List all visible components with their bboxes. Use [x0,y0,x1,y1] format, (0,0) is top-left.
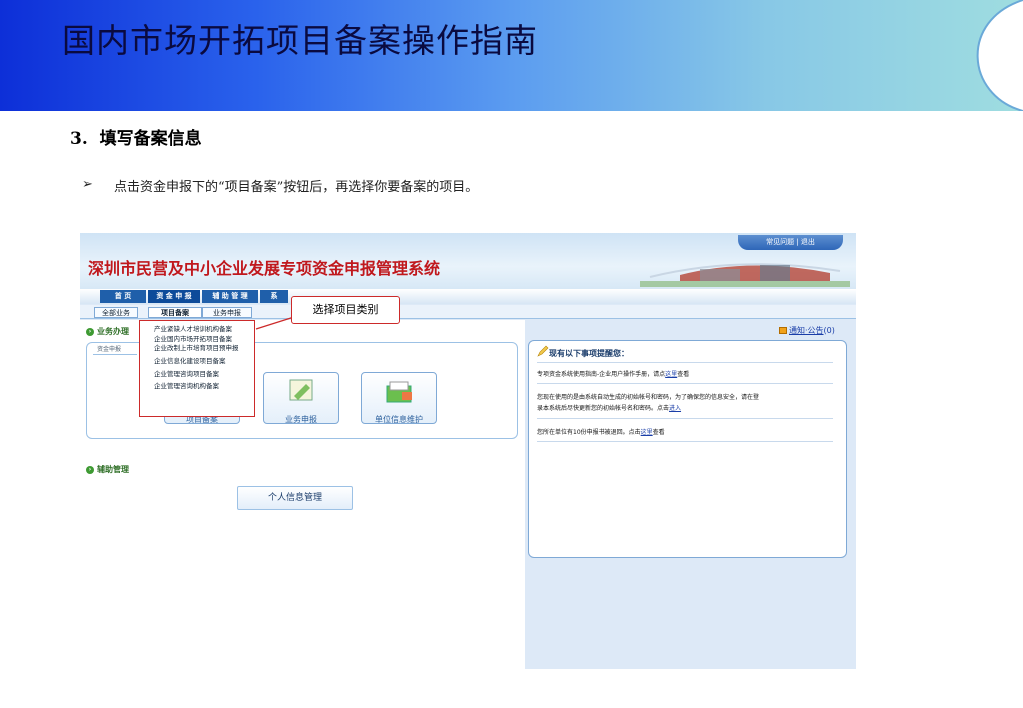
bullet-arrow-icon: ➢ [82,177,93,192]
instruction-text: 点击资金申报下的“项目备案”按钮后，再选择你要备案的项目。 [114,180,479,195]
section-auxiliary: › 辅助管理 [86,464,129,475]
callout-select-category: 选择项目类别 [291,296,400,324]
app-screenshot: 深圳市民营及中小企业发展专项资金申报管理系统 常见问题 | 退出 首 页 资 金… [80,233,856,669]
divider [537,441,833,442]
step-heading: 3. 填写备案信息 [70,129,202,149]
slide-title: 国内市场开拓项目备案操作指南 [62,21,538,60]
slide: 国内市场开拓项目备案操作指南 3. 填写备案信息 ➢ 点击资金申报下的“项目备案… [0,0,1023,708]
section-auxiliary-label: 辅助管理 [97,465,129,474]
section-arrow-icon: › [86,465,94,474]
slide-banner: 国内市场开拓项目备案操作指南 [0,0,1023,111]
callout-pointer [255,316,295,330]
personal-info-button[interactable]: 个人信息管理 [237,486,353,510]
